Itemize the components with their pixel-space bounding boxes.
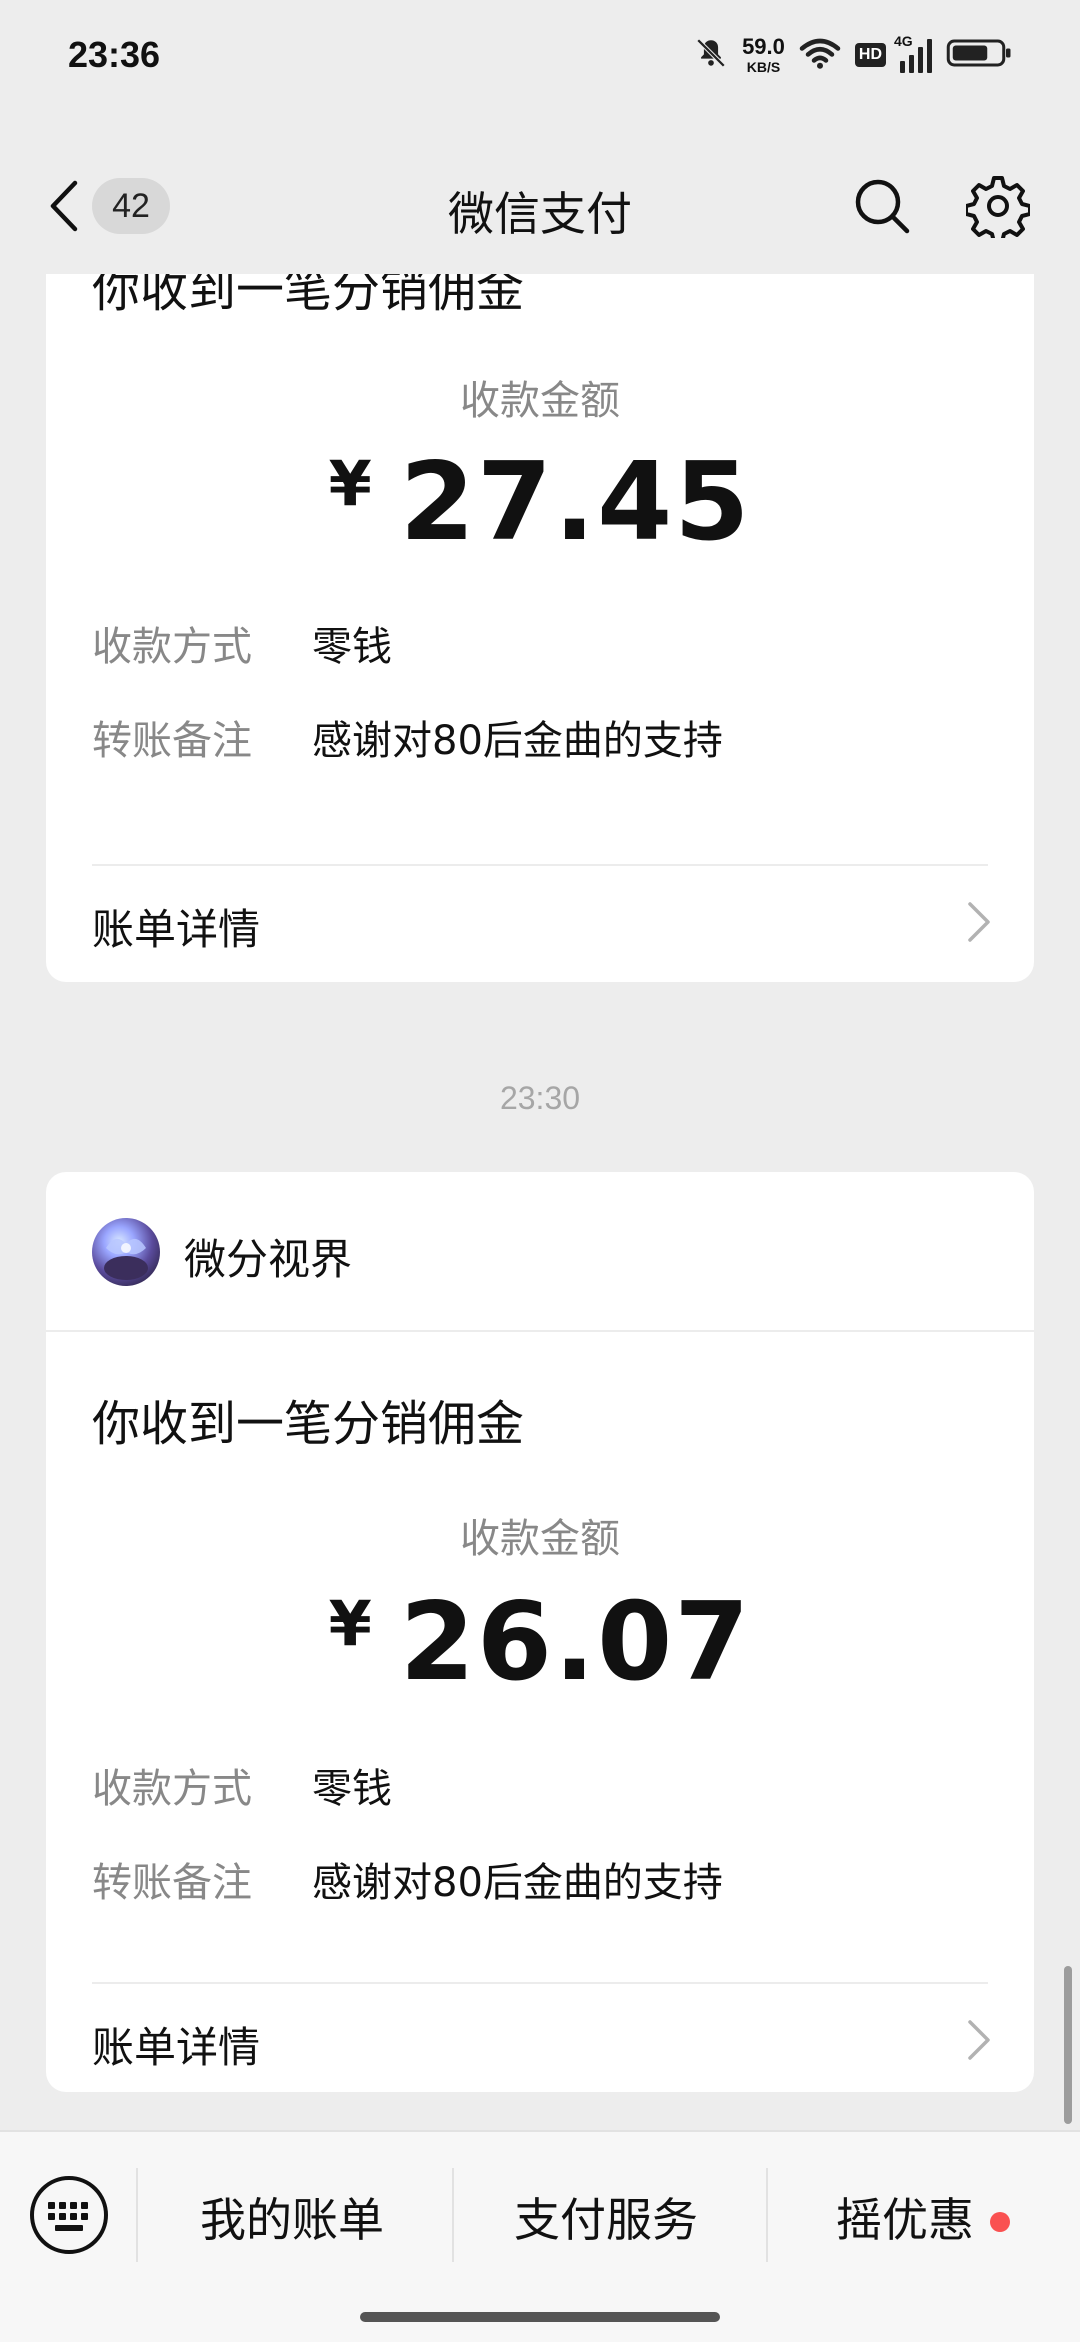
avatar — [92, 1218, 160, 1286]
bill-detail-label: 账单详情 — [92, 2023, 261, 2072]
hd-icon: HD — [854, 43, 886, 67]
network-speed: 59.0 KB/S — [742, 34, 785, 75]
network-speed-unit: KB/S — [746, 59, 781, 75]
page-title: 微信支付 — [448, 187, 632, 241]
transfer-note-value: 感谢对80后金曲的支持 — [312, 1860, 723, 1906]
wifi-icon — [799, 36, 841, 74]
signal-icon: 4G — [894, 33, 932, 73]
network-speed-value: 59.0 — [742, 34, 785, 59]
amount-value: ¥26.07 — [46, 1580, 1034, 1705]
tab-shake-offers[interactable]: 摇优惠 — [836, 2184, 974, 2250]
settings-button[interactable] — [964, 174, 1032, 244]
payment-method-value: 零钱 — [312, 624, 392, 670]
status-time: 23:36 — [68, 34, 161, 75]
message-feed[interactable]: 你收到一笔分销佣金 收款金额 ¥27.45 收款方式 零钱 转账备注 感谢对80… — [0, 274, 1080, 2130]
merchant-header[interactable]: 微分视界 — [46, 1172, 1034, 1332]
bill-detail-row[interactable]: 账单详情 — [46, 866, 1034, 976]
tab-separator — [452, 2168, 454, 2262]
status-bar: 23:36 59.0 KB/S HD 4G — [0, 0, 1080, 112]
payment-notice-card: 你收到一笔分销佣金 收款金额 ¥27.45 收款方式 零钱 转账备注 感谢对80… — [46, 274, 1034, 982]
payment-method-label: 收款方式 — [92, 1766, 252, 1812]
status-icons: 59.0 KB/S HD 4G — [694, 30, 1012, 80]
keyboard-toggle-button[interactable] — [28, 2174, 110, 2256]
network-type-label: 4G — [894, 33, 913, 49]
amount-number: 27.45 — [399, 440, 752, 565]
notice-title: 你收到一笔分销佣金 — [92, 274, 525, 318]
notice-title: 你收到一笔分销佣金 — [92, 1396, 525, 1452]
gear-icon — [964, 176, 1032, 244]
home-indicator[interactable] — [360, 2312, 720, 2322]
scrollbar[interactable] — [1064, 1966, 1072, 2124]
merchant-name: 微分视界 — [184, 1235, 353, 1284]
amount-value: ¥27.45 — [46, 440, 1034, 565]
payment-notice-card: 微分视界 你收到一笔分销佣金 收款金额 ¥26.07 收款方式 零钱 转账备注 … — [46, 1172, 1034, 2092]
amount-number: 26.07 — [399, 1580, 752, 1705]
chevron-right-icon — [968, 2020, 990, 2060]
tab-separator — [136, 2168, 138, 2262]
nav-bar: 42 微信支付 — [0, 150, 1080, 262]
transfer-note-value: 感谢对80后金曲的支持 — [312, 718, 723, 764]
search-button[interactable] — [852, 176, 912, 236]
tab-separator — [766, 2168, 768, 2262]
amount-label: 收款金额 — [460, 1516, 620, 1562]
currency-symbol: ¥ — [328, 1587, 372, 1660]
new-badge-dot — [990, 2212, 1010, 2232]
search-icon — [855, 179, 910, 234]
tab-payment-services[interactable]: 支付服务 — [514, 2184, 698, 2250]
payment-method-label: 收款方式 — [92, 624, 252, 670]
tab-my-bills[interactable]: 我的账单 — [200, 2184, 384, 2250]
bill-detail-row[interactable]: 账单详情 — [46, 1984, 1034, 2094]
bill-detail-label: 账单详情 — [92, 905, 261, 954]
keyboard-icon — [30, 2176, 108, 2254]
amount-label: 收款金额 — [460, 378, 620, 424]
transfer-note-label: 转账备注 — [92, 1860, 252, 1906]
payment-method-value: 零钱 — [312, 1766, 392, 1812]
battery-icon — [946, 36, 1012, 74]
message-timestamp: 23:30 — [499, 1080, 581, 1116]
currency-symbol: ¥ — [328, 447, 372, 520]
transfer-note-label: 转账备注 — [92, 718, 252, 764]
mute-bell-icon — [694, 36, 728, 74]
bottom-menu-bar: 我的账单 支付服务 摇优惠 — [0, 2130, 1080, 2342]
chevron-right-icon — [968, 902, 990, 942]
